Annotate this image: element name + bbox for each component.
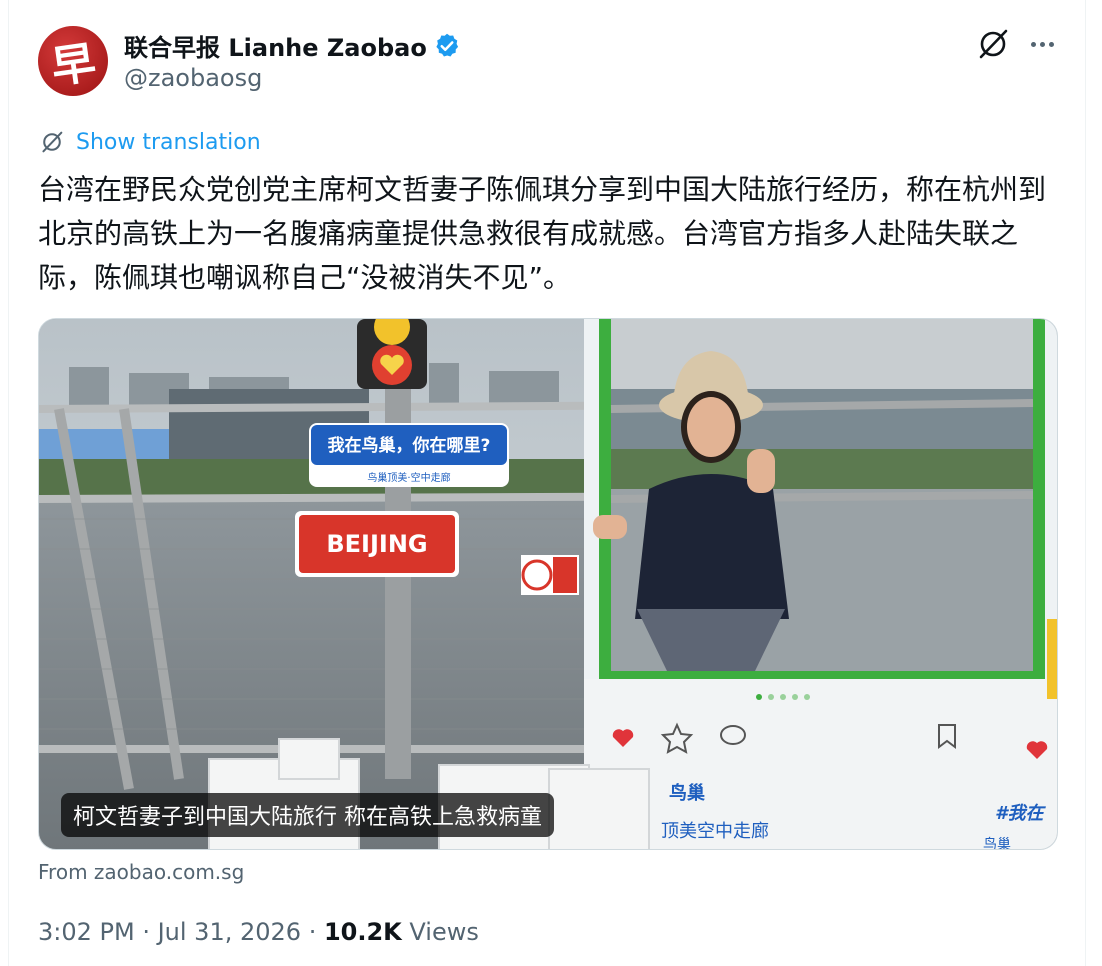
sign-beijing-text: BEIJING: [326, 530, 427, 558]
more-button[interactable]: [1024, 26, 1060, 62]
show-translation-label: Show translation: [76, 129, 261, 155]
display-name[interactable]: 联合早报 Lianhe Zaobao: [124, 28, 427, 63]
verified-badge-icon: [436, 33, 458, 56]
banner-title-text: 鸟巢: [669, 782, 705, 804]
tweet-text: 台湾在野民众党创党主席柯文哲妻子陈佩琪分享到中国大陆旅行经历，称在杭州到北京的高…: [38, 173, 1047, 294]
display-name-row[interactable]: 联合早报 Lianhe Zaobao: [124, 28, 461, 63]
corner-text: 鸟巢: [983, 837, 1011, 850]
tweet-time[interactable]: 3:02 PM: [38, 918, 135, 946]
grok-icon[interactable]: [975, 26, 1011, 62]
tweet-date[interactable]: Jul 31, 2026: [158, 918, 301, 946]
views-label: Views: [401, 918, 479, 946]
hashtag-text: #我在: [995, 803, 1047, 824]
more-icon: [1030, 41, 1036, 47]
media-photo: 我在鸟巢，你在哪里? 鸟巢顶美·空中走廊 BEIJING 鸟巢 顶美空中走廊 #…: [39, 319, 1057, 850]
card-source-link[interactable]: From zaobao.com.sg: [38, 860, 244, 884]
tweet-meta: 3:02 PM · Jul 31, 2026 · 10.2K Views: [38, 918, 479, 946]
translate-icon: [42, 131, 63, 153]
views-count: 10.2K: [323, 918, 402, 946]
show-translation-link[interactable]: Show translation: [38, 128, 261, 156]
handle[interactable]: @zaobaosg: [124, 64, 262, 92]
sign-question-text: 我在鸟巢，你在哪里?: [328, 435, 491, 456]
banner-sub-text: 顶美空中走廊: [661, 821, 769, 842]
sign-sub-text: 鸟巢顶美·空中走廊: [367, 471, 450, 484]
avatar[interactable]: 早: [38, 26, 108, 96]
tweet-media-image[interactable]: 我在鸟巢，你在哪里? 鸟巢顶美·空中走廊 BEIJING 鸟巢 顶美空中走廊 #…: [38, 318, 1058, 850]
media-caption: 柯文哲妻子到中国大陆旅行 称在高铁上急救病童: [61, 793, 554, 837]
avatar-glyph: 早: [48, 37, 99, 94]
